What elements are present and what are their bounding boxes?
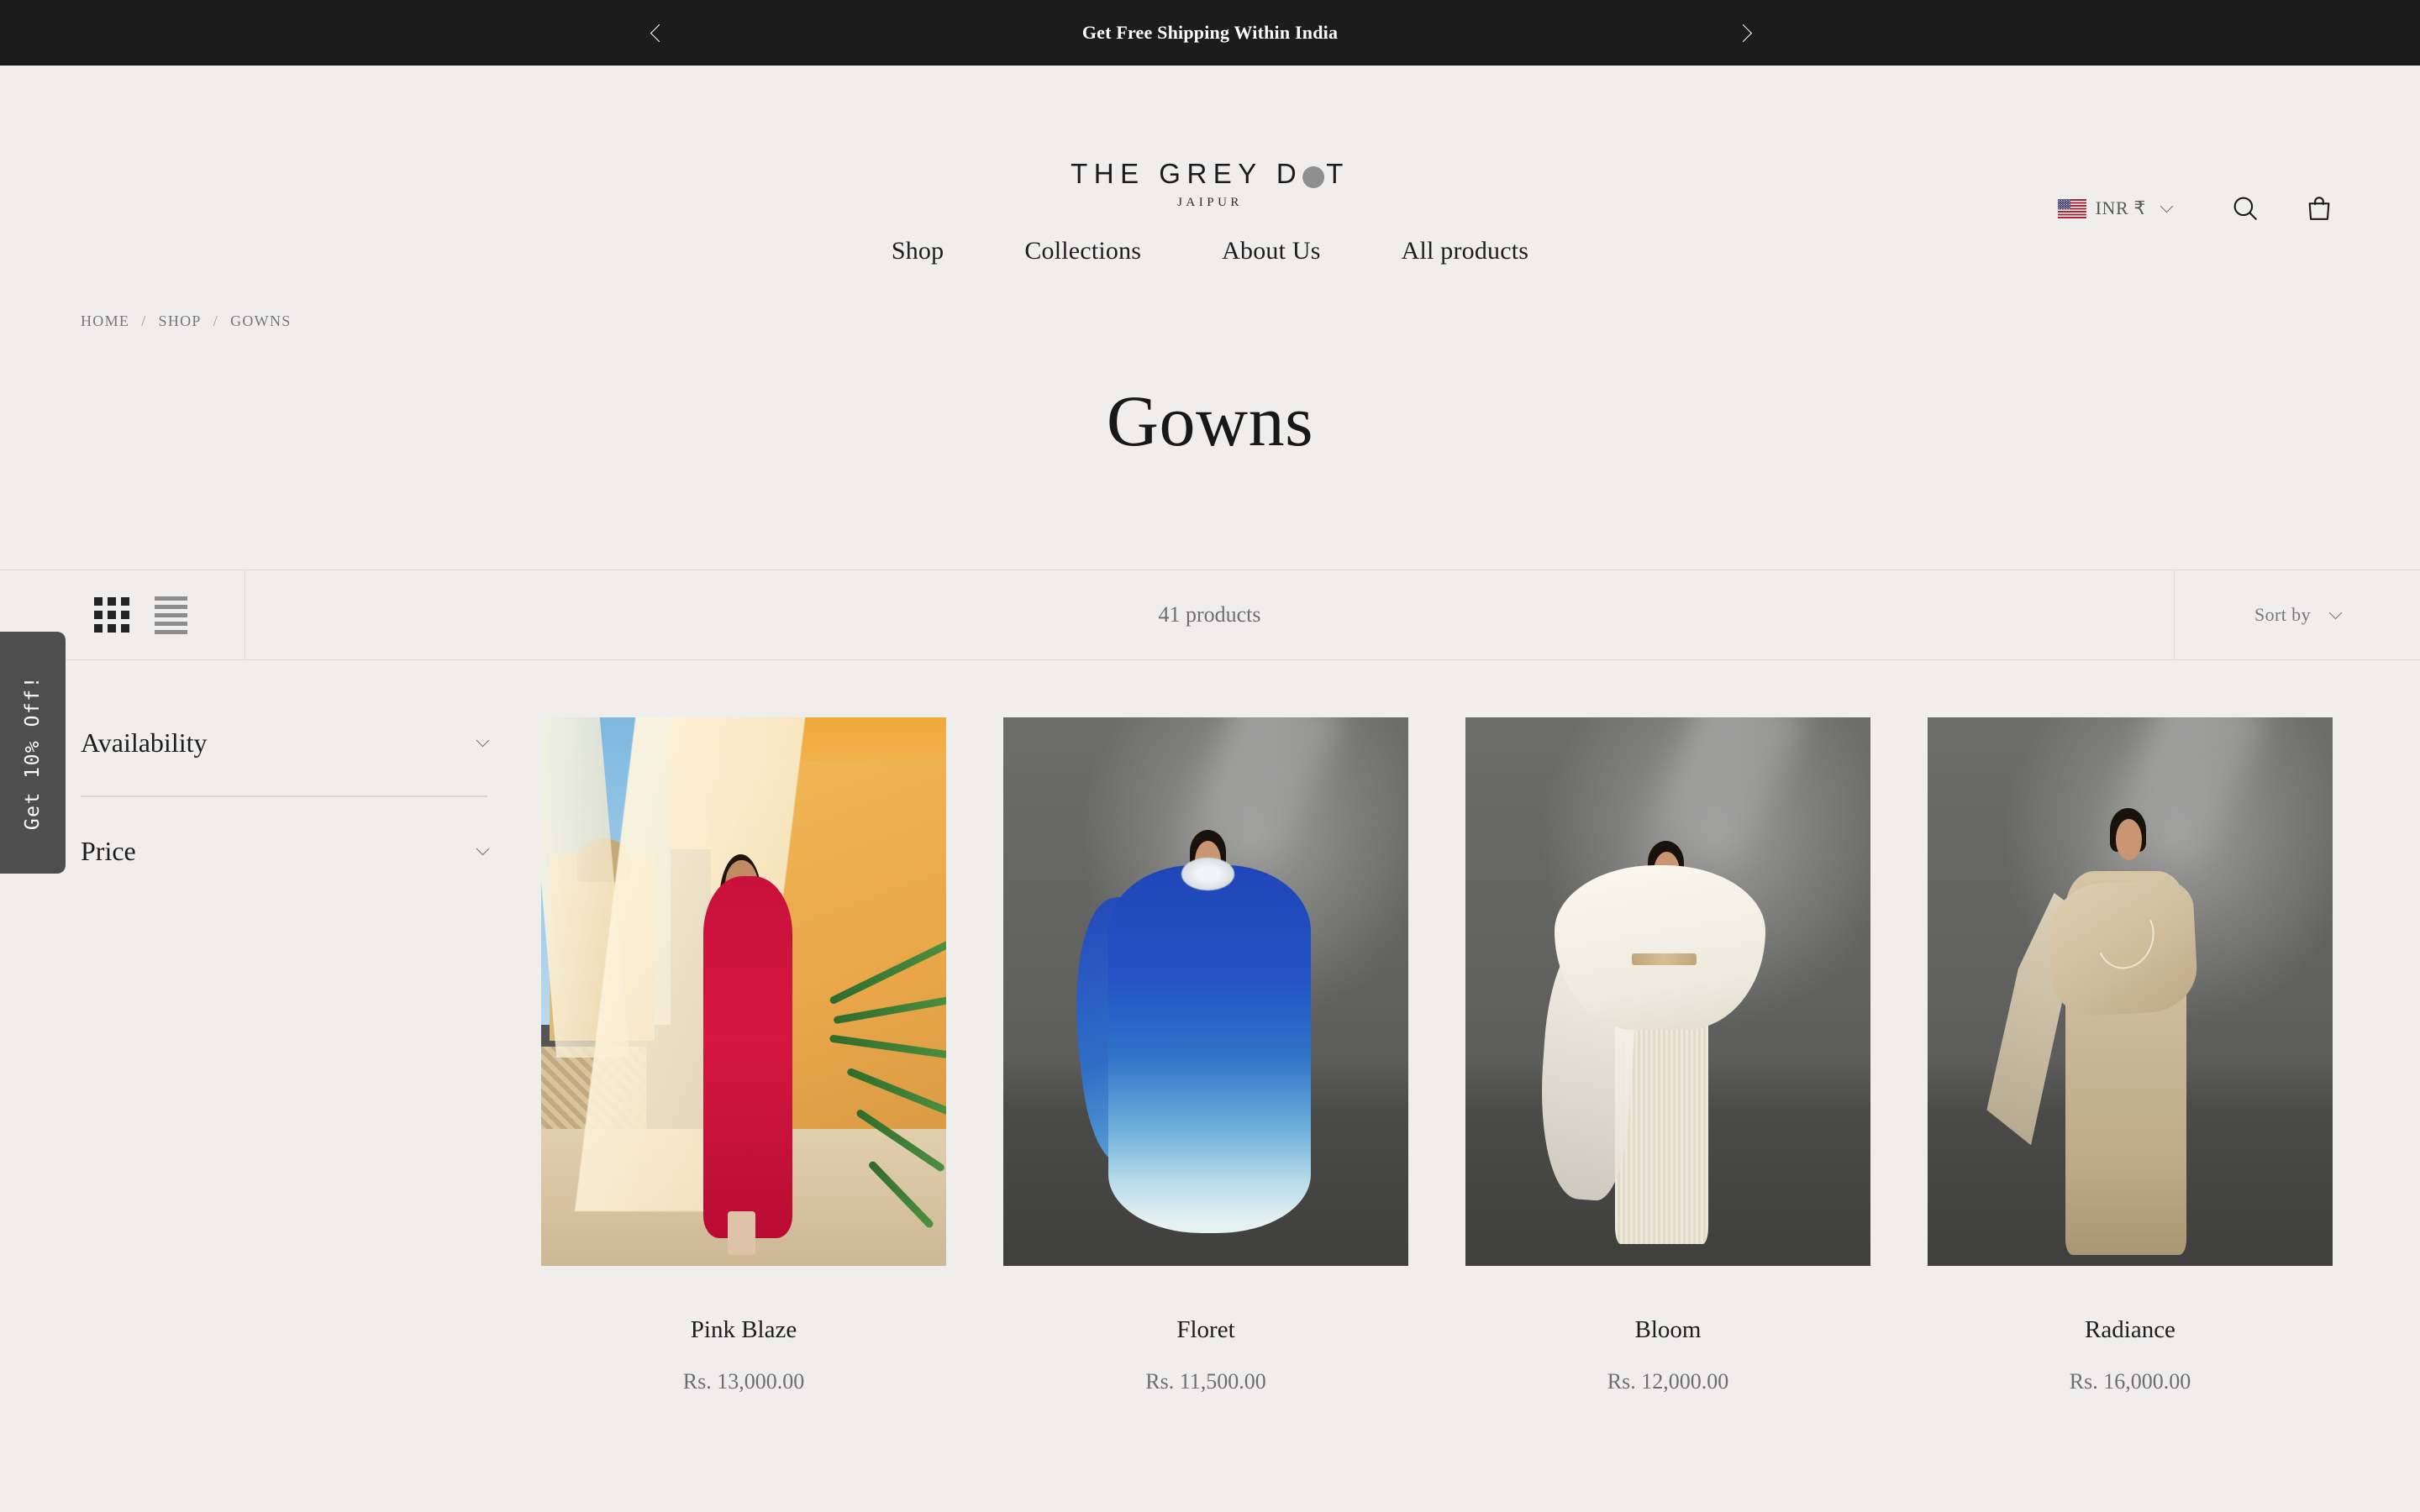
nav-item-collections[interactable]: Collections — [984, 237, 1181, 265]
collection-toolbar: 41 products Sort by — [0, 570, 2420, 660]
filter-group-availability[interactable]: Availability — [81, 722, 490, 764]
product-count: 41 products — [245, 570, 2175, 659]
product-card[interactable]: Floret Rs. 11,500.00 — [1003, 717, 1408, 1394]
breadcrumb: HOME / SHOP / GOWNS — [0, 265, 2420, 330]
currency-selector[interactable]: INR ₹ — [2057, 197, 2174, 219]
us-flag-icon — [2057, 198, 2086, 218]
announcement-next-button[interactable] — [1724, 14, 1761, 51]
promo-offer-label: Get 10% Off! — [22, 675, 44, 831]
currency-label: INR ₹ — [2095, 197, 2146, 218]
filter-sidebar: Availability Price — [0, 660, 541, 1394]
product-card[interactable]: Pink Blaze Rs. 13,000.00 — [541, 717, 946, 1394]
breadcrumb-item-shop[interactable]: SHOP — [159, 312, 202, 330]
filter-label: Availability — [81, 727, 208, 758]
product-title: Floret — [1176, 1316, 1235, 1343]
sort-by-dropdown[interactable]: Sort by — [2175, 570, 2420, 659]
main-navigation: Shop Collections About Us All products — [0, 234, 2420, 265]
breadcrumb-item-gowns: GOWNS — [230, 312, 292, 329]
list-view-icon[interactable] — [155, 596, 187, 634]
logo-text-before: THE GREY D — [1071, 158, 1303, 189]
site-logo[interactable]: THE GREY D T JAIPUR — [1071, 160, 1349, 210]
filter-divider — [81, 795, 487, 797]
promo-offer-tab[interactable]: Get 10% Off! — [0, 632, 66, 874]
chevron-down-icon — [476, 733, 490, 748]
nav-item-all-products[interactable]: All products — [1361, 237, 1570, 265]
product-grid: Pink Blaze Rs. 13,000.00 Floret Rs. 11,5… — [541, 660, 2420, 1394]
product-price: Rs. 16,000.00 — [2069, 1369, 2191, 1394]
grey-dot-logo-mark — [1302, 165, 1325, 188]
logo-wordmark: THE GREY D T — [1071, 158, 1349, 189]
grid-view-icon[interactable] — [94, 597, 129, 633]
logo-text-after: T — [1326, 158, 1349, 189]
product-price: Rs. 11,500.00 — [1145, 1369, 1266, 1394]
product-card[interactable]: Radiance Rs. 16,000.00 — [1928, 717, 2333, 1394]
site-header: THE GREY D T JAIPUR INR ₹ — [0, 66, 2420, 234]
cart-button[interactable] — [2296, 185, 2343, 232]
product-title: Radiance — [2085, 1316, 2175, 1343]
search-button[interactable] — [2222, 185, 2269, 232]
chevron-down-icon — [2328, 606, 2343, 619]
product-price: Rs. 12,000.00 — [1607, 1369, 1729, 1394]
collection-content: Availability Price Pink Blaze Rs. 13,000… — [0, 660, 2420, 1394]
nav-item-about-us[interactable]: About Us — [1181, 237, 1360, 265]
product-image-floret[interactable] — [1003, 717, 1408, 1266]
chevron-right-icon — [1733, 24, 1752, 42]
filter-label: Price — [81, 835, 136, 866]
search-icon — [2233, 197, 2257, 220]
product-image-radiance[interactable] — [1928, 717, 2333, 1266]
product-image-bloom[interactable] — [1465, 717, 1870, 1266]
announcement-text: Get Free Shipping Within India — [1081, 22, 1339, 43]
chevron-down-icon — [2160, 199, 2174, 213]
sort-by-label: Sort by — [2254, 604, 2311, 625]
chevron-down-icon — [476, 842, 490, 855]
breadcrumb-separator: / — [213, 312, 219, 329]
breadcrumb-separator: / — [141, 312, 147, 329]
product-price: Rs. 13,000.00 — [682, 1369, 805, 1394]
product-title: Bloom — [1634, 1316, 1702, 1343]
announcement-prev-button[interactable] — [640, 14, 677, 51]
filter-group-price[interactable]: Price — [81, 831, 490, 872]
product-title: Pink Blaze — [690, 1316, 797, 1343]
shopping-bag-icon — [2308, 197, 2330, 220]
logo-subtitle: JAIPUR — [1177, 196, 1243, 209]
announcement-bar: Get Free Shipping Within India — [0, 0, 2420, 66]
product-card[interactable]: Bloom Rs. 12,000.00 — [1465, 717, 1870, 1394]
product-image-pink-blaze[interactable] — [541, 717, 946, 1266]
page-title: Gowns — [1106, 381, 1314, 461]
breadcrumb-item-home[interactable]: HOME — [81, 312, 129, 330]
chevron-left-icon — [650, 24, 668, 42]
header-actions: INR ₹ — [2057, 185, 2343, 232]
nav-item-shop[interactable]: Shop — [851, 237, 985, 265]
